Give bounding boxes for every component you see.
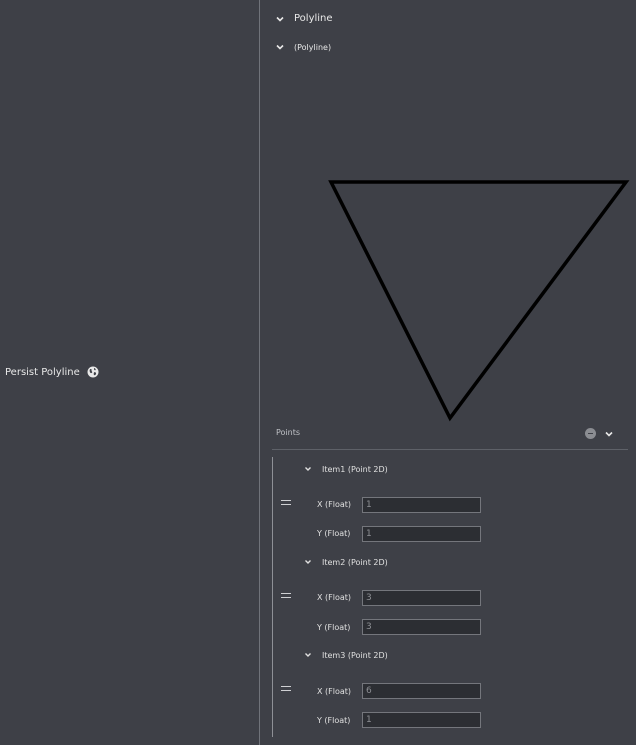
y-field-input[interactable] [362, 526, 481, 542]
points-list-bar [272, 457, 273, 737]
polyline-section-header[interactable]: Polyline [275, 13, 333, 24]
chevron-down-icon [305, 467, 311, 471]
x-field-input[interactable] [362, 683, 481, 699]
points-label: Points [276, 428, 301, 437]
node-row[interactable]: Persist Polyline [5, 366, 99, 378]
chevron-down-icon [276, 16, 284, 22]
node-label: Persist Polyline [5, 366, 80, 378]
x-field-label: X (Float) [317, 593, 352, 602]
y-field-input[interactable] [362, 619, 481, 635]
y-field-input[interactable] [362, 712, 481, 728]
item-label: Item2 (Point 2D) [322, 557, 388, 567]
chevron-down-icon [276, 44, 284, 50]
x-field-label: X (Float) [317, 500, 352, 509]
polyline-subsection-header[interactable]: (Polyline) [275, 42, 331, 52]
item-header[interactable]: Item2 (Point 2D) [303, 557, 388, 567]
chevron-down-icon[interactable] [604, 429, 614, 439]
item-label: Item1 (Point 2D) [322, 464, 388, 474]
node-panel: Persist Polyline [0, 0, 259, 745]
polyline-preview [328, 180, 630, 422]
globe-icon[interactable] [87, 366, 99, 378]
points-controls [585, 428, 614, 439]
x-field-label: X (Float) [317, 687, 352, 696]
y-field-label: Y (Float) [317, 716, 351, 725]
remove-item-button[interactable] [585, 428, 596, 439]
x-field-input[interactable] [362, 590, 481, 606]
polyline-shape [328, 180, 630, 422]
app-root: Persist Polyline Polyline (Polyline) Poi… [0, 0, 636, 745]
points-divider [272, 449, 628, 450]
drag-handle-icon[interactable] [281, 686, 291, 691]
x-field-input[interactable] [362, 497, 481, 513]
chevron-down-icon [305, 653, 311, 657]
polyline-title: Polyline [294, 13, 333, 24]
item-header[interactable]: Item3 (Point 2D) [303, 650, 388, 660]
drag-handle-icon[interactable] [281, 500, 291, 505]
polyline-subtitle: (Polyline) [294, 42, 332, 52]
y-field-label: Y (Float) [317, 623, 351, 632]
item-label: Item3 (Point 2D) [322, 650, 388, 660]
drag-handle-icon[interactable] [281, 593, 291, 598]
item-header[interactable]: Item1 (Point 2D) [303, 464, 388, 474]
properties-panel: Polyline (Polyline) Points Item1 (Point … [260, 0, 636, 745]
y-field-label: Y (Float) [317, 529, 351, 538]
chevron-down-icon [305, 560, 311, 564]
